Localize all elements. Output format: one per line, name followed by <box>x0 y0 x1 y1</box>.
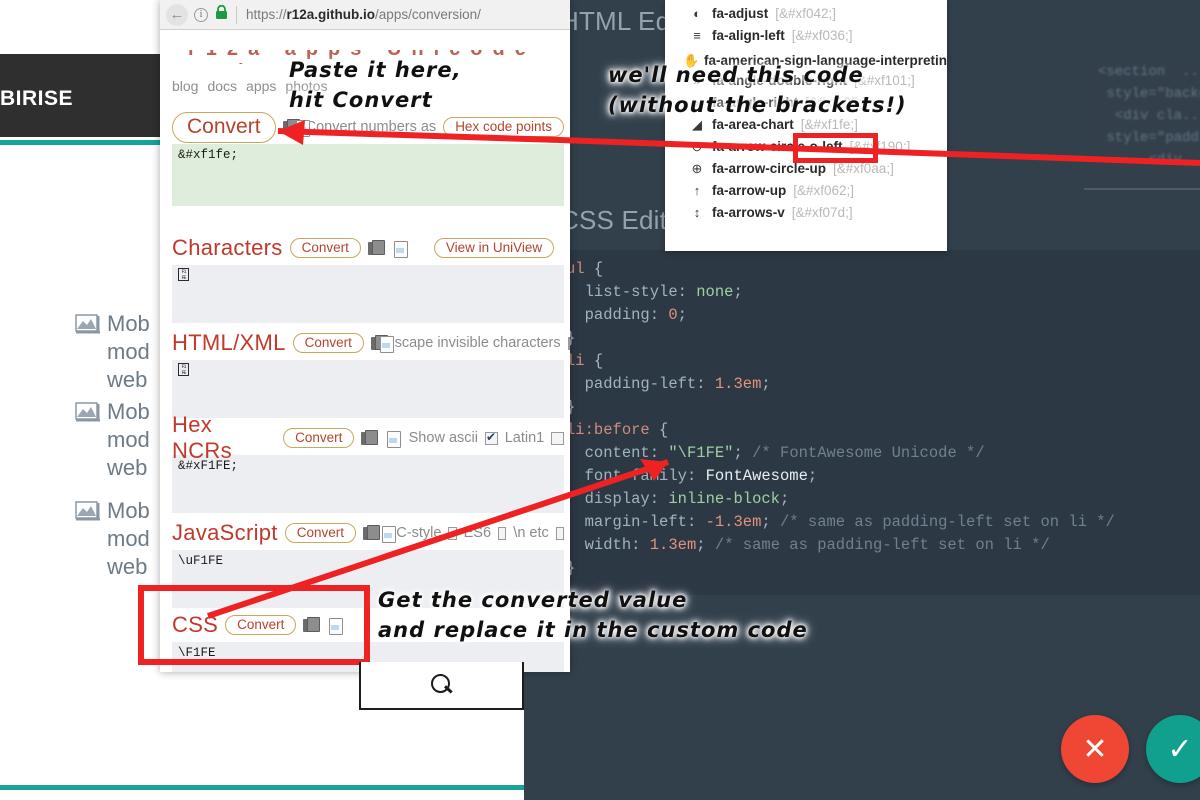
annotation-arrow-to-css-code <box>0 0 1200 800</box>
annotation-get-converted-value: Get the converted value and replace it i… <box>378 585 808 645</box>
highlight-box-icon-code <box>793 133 878 163</box>
check-icon: ✓ <box>1167 732 1192 767</box>
cancel-button[interactable]: ✕ <box>1061 715 1129 783</box>
annotation-paste-here: Paste it here, hit Convert <box>289 55 462 115</box>
search-box[interactable] <box>359 662 524 710</box>
close-icon: ✕ <box>1082 732 1107 767</box>
search-icon <box>431 674 453 696</box>
highlight-box-css-output <box>138 585 370 665</box>
annotation-need-this-code: we'll need this code (without the bracke… <box>608 60 907 120</box>
